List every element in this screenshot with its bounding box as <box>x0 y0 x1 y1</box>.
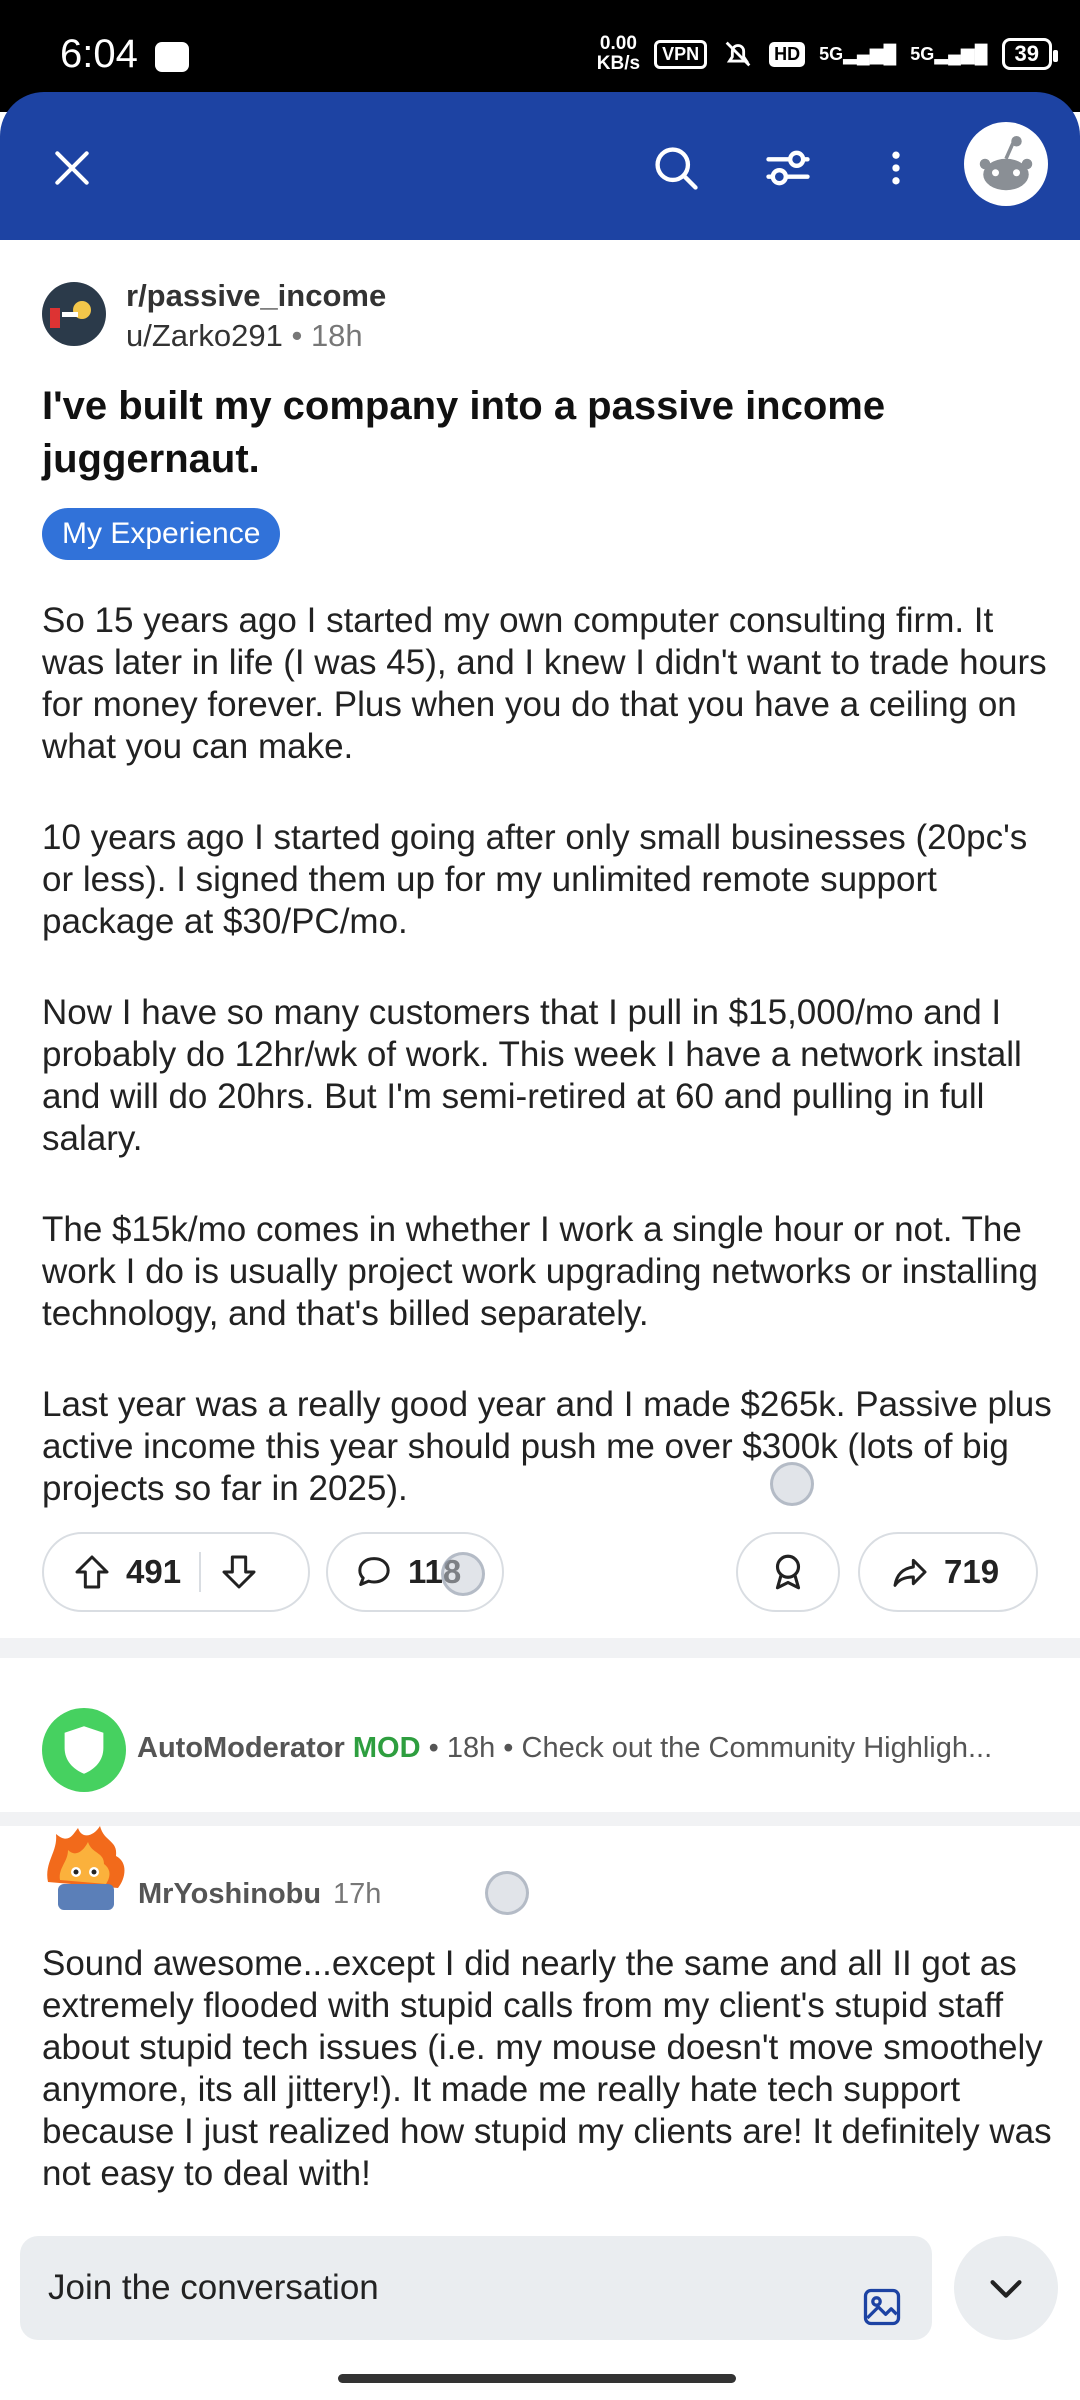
touch-indicator <box>485 1871 529 1915</box>
post-title: I've built my company into a passive inc… <box>42 384 886 481</box>
downvote-arrow-icon <box>222 1555 256 1589</box>
signal-5g-icon-1: 5G▂▄▆█ <box>819 43 897 64</box>
downvote-button[interactable] <box>219 1552 259 1592</box>
image-attach-button[interactable] <box>860 2266 904 2326</box>
image-icon <box>863 2288 901 2326</box>
vote-divider <box>199 1552 202 1592</box>
battery-icon: 39 <box>1001 38 1059 70</box>
notification-app-icon <box>155 42 189 72</box>
vpn-icon: VPN <box>654 39 708 69</box>
network-speed-unit: KB/s <box>596 53 641 74</box>
post-paragraph: 10 years ago I started going after only … <box>42 818 1028 941</box>
close-button[interactable] <box>40 136 104 200</box>
upvote-arrow-icon <box>75 1555 109 1589</box>
post-body: So 15 years ago I started my own compute… <box>42 600 1052 1559</box>
signal-label-2: 5G <box>910 43 935 64</box>
automod-preview: Check out the Community Highligh... <box>521 1732 993 1764</box>
user-avatar[interactable] <box>964 122 1048 206</box>
join-conversation-input[interactable]: Join the conversation <box>20 2236 932 2340</box>
mute-bell-icon <box>725 41 751 67</box>
more-vertical-icon <box>892 151 900 185</box>
share-arrow-icon <box>893 1558 927 1587</box>
touch-indicator <box>770 1462 814 1506</box>
snoo-avatar-icon <box>979 136 1033 191</box>
share-button[interactable]: 719 <box>858 1532 1038 1612</box>
automod-avatar <box>42 1708 126 1792</box>
share-count: 719 <box>944 1553 1000 1590</box>
upvote-count: 491 <box>126 1553 182 1590</box>
status-time: 6:04 <box>60 32 138 76</box>
automod-username[interactable]: AutoModerator <box>137 1732 345 1764</box>
upvote-button[interactable] <box>72 1552 112 1592</box>
post-paragraph: Last year was a really good year and I m… <box>42 1385 1052 1508</box>
bottom-bar: Join the conversation <box>0 2222 1080 2400</box>
search-icon <box>655 147 698 190</box>
more-options-button[interactable] <box>864 136 928 200</box>
subreddit-avatar[interactable] <box>42 282 106 346</box>
join-conversation-placeholder: Join the conversation <box>48 2268 379 2307</box>
collapse-button[interactable] <box>954 2236 1058 2340</box>
close-icon <box>55 151 89 185</box>
post-flair[interactable]: My Experience <box>42 508 281 560</box>
post-time: 18h <box>310 318 363 353</box>
vote-control: 491 <box>42 1532 310 1612</box>
post-paragraph: Now I have so many customers that I pull… <box>42 993 1022 1158</box>
touch-indicator <box>441 1552 485 1596</box>
home-indicator[interactable] <box>338 2374 736 2383</box>
post-action-bar: 491 118 719 <box>42 1532 1038 1616</box>
section-divider <box>0 1638 1080 1658</box>
comment-time: 17h <box>333 1878 382 1910</box>
sort-filter-icon <box>766 150 810 186</box>
status-indicators: 0.00 KB/s VPN HD 5G▂▄▆█ 5G▂▄▆█ 39 <box>597 34 1059 74</box>
post-author-line: u/Zarko291 • 18h <box>126 318 363 354</box>
search-button[interactable] <box>644 136 708 200</box>
mod-tag: MOD <box>352 1732 421 1764</box>
post-paragraph: The $15k/mo comes in whether I work a si… <box>42 1210 1039 1333</box>
comment-body: Sound awesome...except I did nearly the … <box>42 1944 1052 2193</box>
post-paragraph: So 15 years ago I started my own compute… <box>42 601 1047 766</box>
separator-dot: • <box>291 318 303 353</box>
post-meta: r/passive_income u/Zarko291 • 18h <box>42 278 1042 353</box>
comment-author[interactable]: MrYoshinobu <box>138 1878 321 1911</box>
shield-icon <box>64 1726 104 1774</box>
fire-avatar-icon[interactable] <box>38 1822 134 1918</box>
award-button[interactable] <box>736 1532 840 1612</box>
network-speed-value: 0.00 <box>599 33 637 54</box>
subreddit-name[interactable]: r/passive_income <box>126 278 386 314</box>
automod-time: • 18h • <box>428 1732 514 1764</box>
comment-header: MrYoshinobu 17h <box>38 1822 1038 1918</box>
network-speed: 0.00 KB/s <box>597 34 640 74</box>
post-author[interactable]: u/Zarko291 <box>126 318 283 353</box>
chevron-down-icon <box>990 2280 1022 2298</box>
subreddit-logo-icon <box>50 301 91 328</box>
comment-bubble-icon <box>358 1557 390 1586</box>
sort-button[interactable] <box>756 136 820 200</box>
signal-label-1: 5G <box>819 43 844 64</box>
hd-icon: HD <box>769 41 806 67</box>
automod-comment-collapsed[interactable]: AutoModerator MOD • 18h • Check out the … <box>42 1708 1042 1792</box>
award-icon <box>775 1554 801 1590</box>
signal-5g-icon-2: 5G▂▄▆█ <box>910 43 988 64</box>
automod-line: AutoModerator MOD • 18h • Check out the … <box>137 1732 1057 1765</box>
app-header <box>0 92 1080 240</box>
